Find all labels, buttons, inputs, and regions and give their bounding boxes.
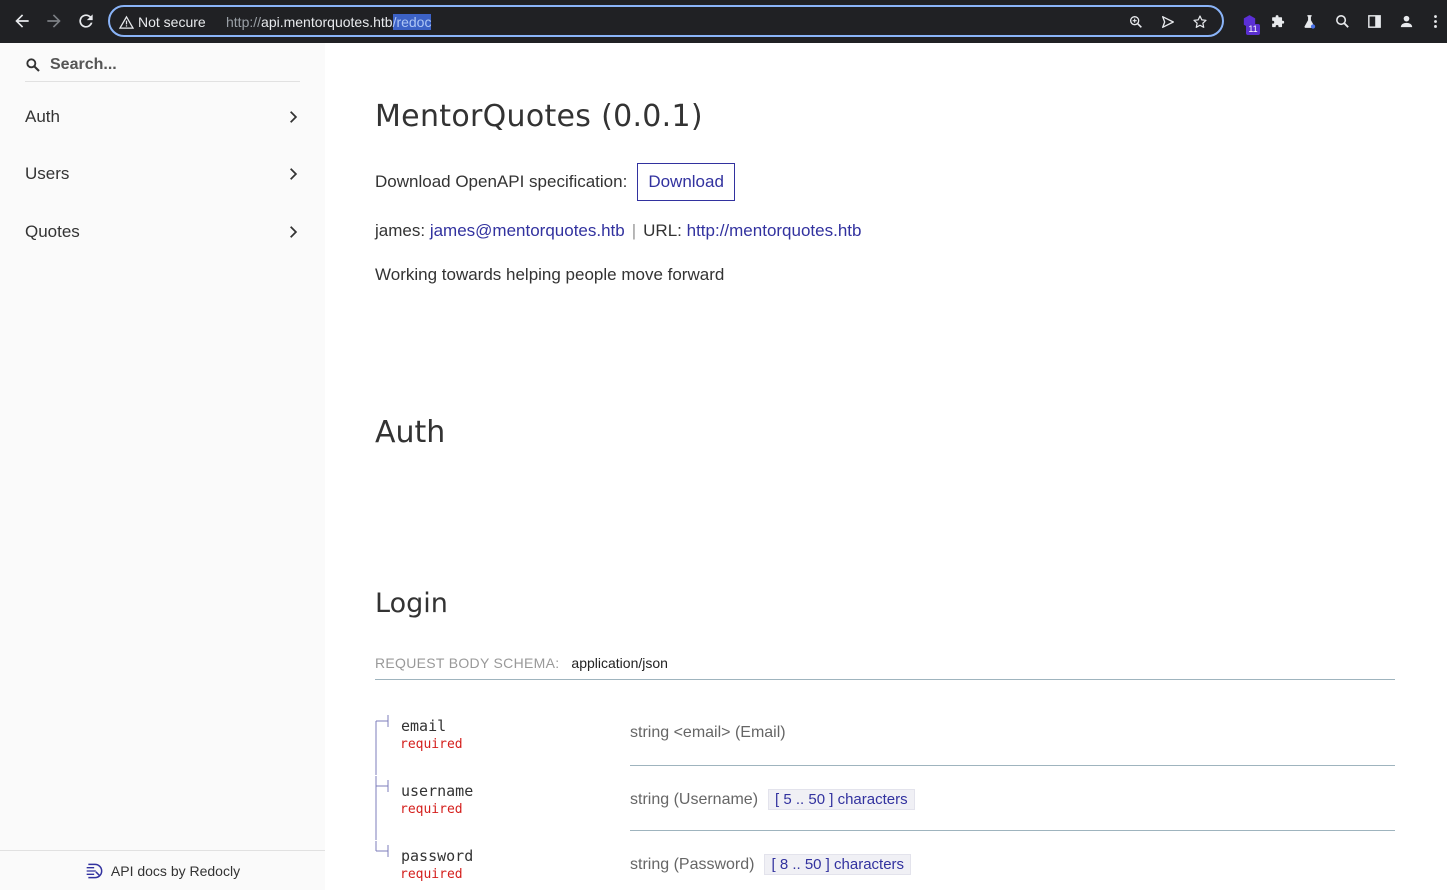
property-type: string <email> (Email)	[630, 724, 786, 742]
api-title: MentorQuotes (0.0.1)	[375, 99, 703, 134]
search-tabs-button[interactable]	[1331, 10, 1353, 32]
chevron-right-icon	[290, 168, 298, 180]
send-button[interactable]	[1158, 12, 1178, 32]
url-host: api.mentorquotes.htb	[261, 14, 393, 30]
required-label: required	[400, 737, 463, 752]
property-type: string (Password) [ 8 .. 50 ] characters	[630, 854, 912, 875]
contact-url-link[interactable]: http://mentorquotes.htb	[687, 221, 862, 240]
url-path-selected: /redoc	[392, 14, 432, 30]
url-label: URL:	[643, 221, 682, 240]
download-prefix: Download OpenAPI specification:	[375, 172, 628, 191]
chevron-right-icon	[290, 226, 298, 238]
divider	[630, 765, 1395, 766]
zoom-icon	[1130, 15, 1142, 28]
security-indicator[interactable]: Not secure	[119, 13, 206, 31]
length-constraint-badge: [ 8 .. 50 ] characters	[764, 854, 912, 875]
contact-email-link[interactable]: james@mentorquotes.htb	[430, 221, 625, 240]
property-name: email	[401, 717, 447, 735]
property-type-text: string (Username)	[630, 790, 759, 808]
download-button[interactable]: Download	[637, 163, 735, 201]
request-body-label: REQUEST BODY SCHEMA:	[375, 655, 560, 671]
side-panel-icon	[1367, 14, 1381, 28]
search-icon	[1335, 14, 1349, 28]
sidebar-item-label: Quotes	[25, 222, 80, 241]
profile-button[interactable]	[1395, 10, 1417, 32]
browser-toolbar: Not secure http://api.mentorquotes.htb/r…	[0, 0, 1447, 43]
lab-extension-button[interactable]	[1298, 10, 1320, 32]
bookmark-button[interactable]	[1190, 12, 1210, 32]
star-icon	[1193, 15, 1207, 28]
redocly-logo-icon	[86, 863, 103, 878]
more-vert-icon	[1433, 14, 1437, 28]
property-row-email: email required string <email> (Email)	[375, 711, 1395, 775]
download-row: Download OpenAPI specification: Download	[375, 162, 735, 202]
contact-info: james: james@mentorquotes.htb | URL: http:…	[375, 221, 861, 241]
zoom-button[interactable]	[1126, 12, 1146, 32]
reload-button[interactable]	[74, 9, 98, 33]
property-type-text: string (Password)	[630, 855, 755, 873]
sidebar-item-label: Auth	[25, 107, 60, 126]
forward-button[interactable]	[42, 9, 66, 33]
chevron-right-icon	[290, 111, 298, 123]
property-name: username	[401, 782, 474, 800]
tree-connector-icon	[375, 841, 389, 857]
arrow-left-icon	[15, 14, 29, 28]
flask-icon	[1303, 14, 1315, 29]
url-text[interactable]: http://api.mentorquotes.htb/redoc	[226, 13, 432, 31]
length-constraint-badge: [ 5 .. 50 ] characters	[768, 789, 915, 810]
sidebar-item-label: Users	[25, 164, 70, 183]
required-label: required	[400, 867, 463, 882]
sidebar-item-quotes[interactable]: Quotes	[25, 217, 300, 247]
divider	[630, 830, 1395, 831]
profile-icon	[1400, 15, 1412, 27]
browser-menu-button[interactable]	[1424, 10, 1446, 32]
property-type-text: string <email> (Email)	[630, 724, 786, 741]
extension-badge: 11	[1246, 24, 1260, 35]
redocly-footer-link[interactable]: API docs by Redocly	[0, 850, 325, 890]
required-label: required	[400, 802, 463, 817]
content-type: application/json	[571, 655, 668, 671]
warning-icon	[119, 15, 134, 29]
contact-name: james:	[375, 221, 426, 240]
sidebar-item-users[interactable]: Users	[25, 159, 300, 189]
tree-connector-icon	[375, 715, 389, 775]
search-box[interactable]	[25, 48, 300, 82]
property-row-password: password required string (Password) [ 8 …	[375, 841, 1395, 890]
operation-title-login: Login	[375, 588, 448, 619]
extensions-menu-button[interactable]	[1267, 10, 1289, 32]
url-scheme: http://	[226, 14, 262, 30]
tree-connector-icon	[375, 776, 389, 840]
sidebar-item-auth[interactable]: Auth	[25, 102, 300, 132]
property-type: string (Username) [ 5 .. 50 ] characters	[630, 789, 915, 810]
arrow-right-icon	[47, 14, 61, 28]
sidebar: Auth Users Quotes API docs by Redocly	[0, 43, 325, 890]
property-name: password	[401, 847, 474, 865]
send-icon	[1162, 16, 1174, 28]
footer-label: API docs by Redocly	[110, 862, 241, 879]
security-label: Not secure	[138, 14, 206, 30]
address-bar[interactable]: Not secure http://api.mentorquotes.htb/r…	[108, 5, 1224, 37]
side-panel-button[interactable]	[1363, 10, 1385, 32]
separator: |	[631, 221, 637, 240]
request-body-schema: REQUEST BODY SCHEMA: application/json	[375, 655, 1395, 680]
search-icon	[26, 58, 40, 72]
back-button[interactable]	[10, 9, 34, 33]
reload-icon	[79, 14, 93, 28]
api-description: Working towards helping people move forw…	[375, 265, 725, 284]
search-input[interactable]	[50, 54, 295, 76]
main-content: MentorQuotes (0.0.1) Download OpenAPI sp…	[325, 43, 1447, 890]
section-title-auth: Auth	[375, 415, 446, 450]
property-row-username: username required string (Username) [ 5 …	[375, 776, 1395, 840]
puzzle-icon	[1271, 14, 1284, 27]
